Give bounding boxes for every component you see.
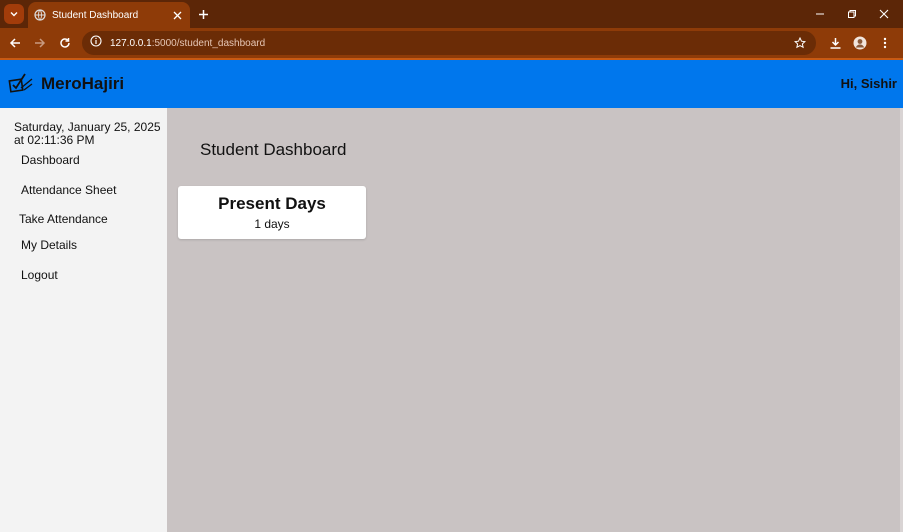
present-days-card: Present Days 1 days	[178, 186, 366, 239]
site-info-icon[interactable]	[90, 34, 102, 52]
url-path: :5000/student_dashboard	[151, 37, 266, 49]
tab-search-button[interactable]	[4, 4, 24, 24]
page-title: Student Dashboard	[200, 140, 347, 159]
close-tab-icon[interactable]	[170, 8, 184, 22]
current-datetime: Saturday, January 25, 2025 at 02:11:36 P…	[14, 121, 164, 147]
close-window-icon[interactable]	[876, 6, 892, 22]
browser-toolbar: 127.0.0.1:5000/student_dashboard	[0, 28, 903, 58]
url-host: 127.0.0.1	[110, 37, 152, 49]
app-header: MeroHajiri Hi, Sishir	[0, 60, 903, 108]
card-value: 1 days	[254, 217, 290, 231]
card-title: Present Days	[218, 194, 326, 213]
brand-name[interactable]: MeroHajiri	[41, 74, 124, 94]
new-tab-plus-icon[interactable]	[195, 6, 211, 22]
sidebar-item-dashboard[interactable]: Dashboard	[21, 153, 80, 167]
address-bar[interactable]: 127.0.0.1:5000/student_dashboard	[82, 31, 816, 55]
attendance-checkbox-logo-icon	[8, 73, 33, 93]
profile-avatar-icon[interactable]	[852, 35, 868, 51]
sidebar-item-attendance-sheet[interactable]: Attendance Sheet	[21, 183, 116, 197]
bookmark-star-icon[interactable]	[792, 35, 808, 51]
chevron-down-icon	[10, 12, 18, 17]
browser-tab[interactable]: Student Dashboard	[28, 2, 190, 28]
browser-tab-bar: Student Dashboard	[0, 0, 903, 28]
url-text: 127.0.0.1:5000/student_dashboard	[110, 38, 265, 49]
globe-icon	[34, 9, 46, 21]
forward-arrow-icon[interactable]	[32, 35, 48, 51]
reload-icon[interactable]	[57, 35, 73, 51]
restore-icon[interactable]	[844, 6, 860, 22]
download-icon[interactable]	[827, 35, 843, 51]
time-line: at 02:11:36 PM	[14, 133, 95, 147]
user-greeting: Hi, Sishir	[840, 76, 897, 91]
more-menu-icon[interactable]	[877, 35, 893, 51]
sidebar: Saturday, January 25, 2025 at 02:11:36 P…	[0, 108, 167, 532]
sidebar-item-logout[interactable]: Logout	[21, 268, 58, 282]
back-arrow-icon[interactable]	[7, 35, 23, 51]
sidebar-item-take-attendance[interactable]: Take Attendance	[19, 212, 108, 226]
sidebar-item-my-details[interactable]: My Details	[21, 238, 77, 252]
minimize-icon[interactable]	[812, 6, 828, 22]
tab-title: Student Dashboard	[52, 9, 139, 21]
main-content: Student Dashboard Present Days 1 days	[167, 108, 900, 532]
